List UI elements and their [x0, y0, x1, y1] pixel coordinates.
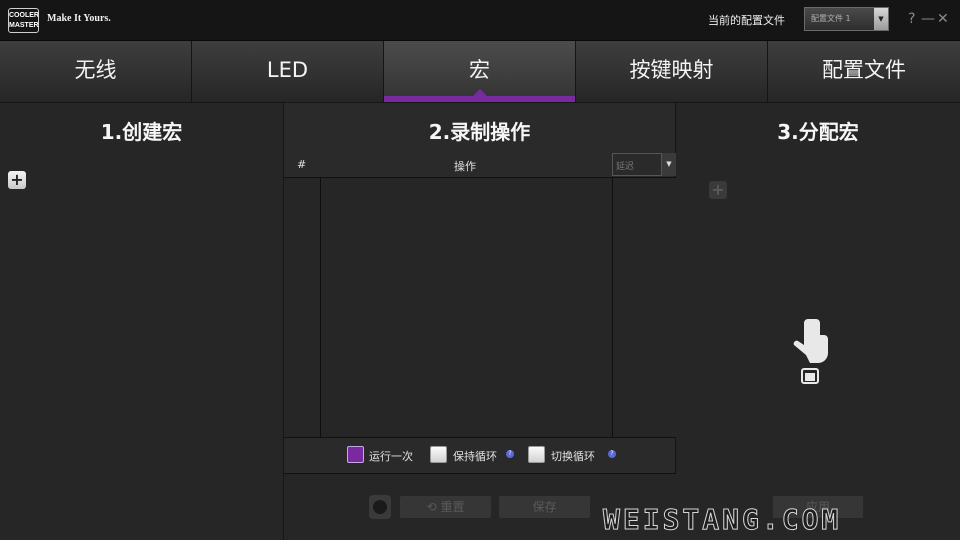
keep-loop-label: 保持循环 — [453, 450, 497, 463]
record-icon — [373, 500, 387, 514]
plus-icon: + — [10, 170, 24, 189]
undo-icon: ⟲ — [426, 500, 437, 514]
logo-text: COOLER MASTER — [9, 12, 39, 29]
tab-wireless[interactable]: 无线 — [0, 41, 192, 102]
assign-macro-panel: 3.分配宏 + 应用 — [676, 103, 960, 540]
tab-key-mapping[interactable]: 按键映射 — [576, 41, 768, 102]
active-tab-indicator — [472, 89, 487, 96]
title-bar: COOLER MASTER Make It Yours. 当前的配置文件 配置文… — [0, 0, 960, 41]
actions-table-header: # 操作 延迟 ▼ — [284, 153, 676, 178]
add-assignment-button[interactable]: + — [709, 181, 727, 199]
chevron-down-icon[interactable]: ▼ — [874, 8, 888, 30]
column-divider — [320, 178, 321, 437]
run-once-label: 运行一次 — [369, 450, 413, 463]
column-number: # — [297, 158, 307, 171]
assign-macro-title: 3.分配宏 — [777, 120, 859, 144]
save-button[interactable]: 保存 — [499, 496, 590, 518]
save-button-label: 保存 — [532, 500, 557, 514]
tab-led-label: LED — [266, 58, 309, 82]
create-macro-panel: 1.创建宏 + — [0, 103, 284, 540]
loop-options: 运行一次 保持循环 ? 切换循环 ? — [284, 444, 676, 472]
tab-macro-label: 宏 — [469, 58, 490, 82]
current-profile-label: 当前的配置文件 — [708, 14, 785, 27]
tab-wireless-label: 无线 — [74, 58, 117, 82]
add-macro-button[interactable]: + — [8, 171, 26, 189]
profile-dropdown-value: 配置文件 1 — [811, 14, 851, 23]
reset-button[interactable]: ⟲ 重置 — [400, 496, 491, 518]
delay-dropdown-value: 延迟 — [616, 162, 635, 172]
run-once-checkbox[interactable] — [347, 446, 364, 463]
chevron-down-icon[interactable]: ▼ — [662, 153, 676, 176]
pointing-hand-icon — [793, 319, 828, 384]
plus-icon: + — [711, 180, 725, 199]
close-button[interactable]: ✕ — [937, 10, 949, 28]
toggle-loop-label: 切换循环 — [551, 450, 595, 463]
tab-profiles-label: 配置文件 — [822, 58, 906, 82]
tab-macro[interactable]: 宏 — [384, 41, 576, 102]
help-icon[interactable]: ? — [608, 450, 616, 458]
tab-led[interactable]: LED — [192, 41, 384, 102]
main-tabs: 无线 LED 宏 按键映射 配置文件 — [0, 41, 960, 103]
watermark: WEISTANG.COM — [602, 503, 842, 537]
record-actions-panel: 2.录制操作 # 操作 延迟 ▼ 运行一次 保持循环 ? 切换循环 ? ⟲ 重置… — [284, 103, 676, 540]
help-icon[interactable]: ? — [506, 450, 514, 458]
slogan: Make It Yours. — [47, 13, 111, 24]
toggle-loop-checkbox[interactable] — [528, 446, 545, 463]
keep-loop-checkbox[interactable] — [430, 446, 447, 463]
create-macro-title: 1.创建宏 — [100, 120, 183, 144]
help-button[interactable]: ? — [908, 10, 915, 28]
column-divider — [612, 178, 613, 437]
actions-table-body[interactable] — [284, 178, 676, 437]
cooler-master-logo: COOLER MASTER — [8, 8, 39, 33]
tab-profiles[interactable]: 配置文件 — [768, 41, 960, 102]
record-button[interactable] — [369, 495, 391, 519]
active-tab-underline — [384, 96, 575, 102]
column-action: 操作 — [454, 160, 476, 173]
reset-button-label: 重置 — [440, 500, 465, 514]
tab-key-mapping-label: 按键映射 — [629, 58, 714, 82]
minimize-button[interactable]: — — [921, 10, 935, 28]
record-actions-title: 2.录制操作 — [428, 120, 531, 144]
profile-dropdown[interactable]: 配置文件 1 ▼ — [804, 7, 889, 31]
divider — [284, 437, 676, 438]
delay-dropdown[interactable]: 延迟 — [612, 153, 662, 176]
